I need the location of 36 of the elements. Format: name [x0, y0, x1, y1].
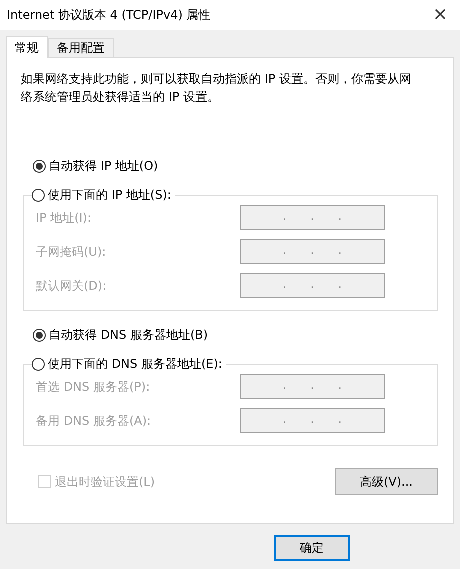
ip-separator: .: [338, 378, 342, 394]
ip-separator: .: [283, 412, 287, 428]
advanced-button[interactable]: 高级(V)...: [335, 468, 438, 495]
radio-button[interactable]: [33, 160, 46, 172]
ip-separator: .: [283, 243, 287, 260]
field-label: IP 地址(I):: [36, 210, 93, 226]
description-text: 如果网络支持此功能，则可以获取自动指派的 IP 设置。否则，你需要从网络系统管理员处获得适当的 IP 设置。: [21, 71, 412, 106]
ip-separator: .: [338, 412, 342, 428]
ip-separator: .: [310, 209, 314, 226]
ip-separator: .: [310, 412, 314, 428]
radio-button[interactable]: [32, 188, 45, 202]
ip-separator: .: [283, 209, 287, 226]
tab[interactable]: 常规: [6, 36, 48, 58]
checkbox-label: 退出时验证设置(L): [55, 474, 156, 490]
field-label: 默认网关(D):: [36, 278, 108, 294]
radio-label: 使用下面的 IP 地址(S):: [48, 187, 172, 204]
ip-separator: .: [283, 277, 287, 294]
radio-label: 自动获得 DNS 服务器地址(B): [49, 327, 208, 344]
ip-separator: .: [338, 277, 342, 294]
tab[interactable]: 备用配置: [48, 38, 114, 57]
ip-separator: .: [283, 378, 287, 394]
close-button[interactable]: ×: [432, 6, 448, 24]
field-label: 备用 DNS 服务器(A):: [36, 412, 152, 430]
radio-button[interactable]: [32, 358, 45, 370]
radio-label: 自动获得 IP 地址(O): [49, 158, 158, 175]
radio-button[interactable]: [33, 328, 46, 342]
ip-separator: .: [310, 243, 314, 260]
ip-separator: .: [338, 209, 342, 226]
ip-separator: .: [338, 243, 342, 260]
field-label: 首选 DNS 服务器(P):: [36, 378, 152, 396]
radio-label: 使用下面的 DNS 服务器地址(E):: [48, 356, 222, 373]
ip-separator: .: [310, 277, 314, 294]
ok-button[interactable]: 确定: [274, 535, 350, 561]
window-title: Internet 协议版本 4 (TCP/IPv4) 属性: [7, 7, 211, 24]
ip-separator: .: [310, 378, 314, 394]
field-label: 子网掩码(U):: [36, 244, 108, 260]
